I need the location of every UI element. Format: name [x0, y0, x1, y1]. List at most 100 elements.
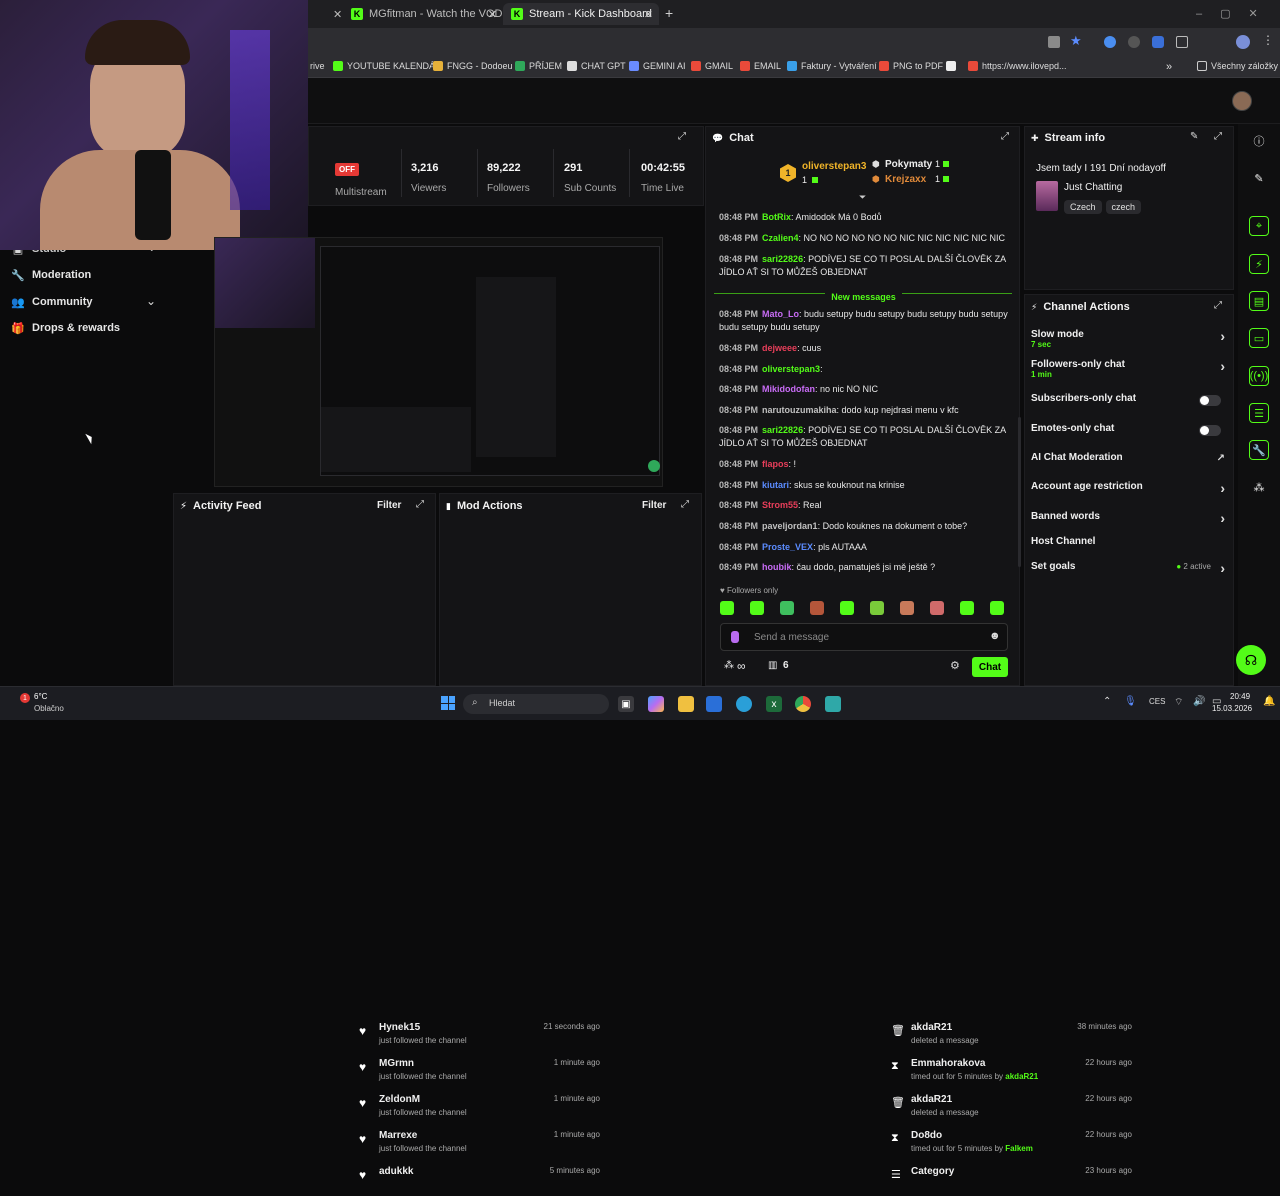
expand-icon[interactable]: ⤢: [681, 499, 689, 510]
document-icon[interactable]: ▤: [1249, 291, 1269, 311]
chevron-right-icon[interactable]: ›: [1220, 561, 1225, 575]
chat-username[interactable]: dejweee: [762, 343, 797, 353]
gifter-name[interactable]: Pokymaty: [885, 159, 932, 170]
filter-button[interactable]: Filter: [642, 500, 666, 511]
translate-icon[interactable]: [1048, 36, 1060, 48]
chat-message[interactable]: 08:48 PM sari22826: PODÍVEJ SE CO TI POSL…: [719, 424, 1009, 450]
gifter-name[interactable]: oliverstepan3: [802, 161, 866, 172]
expand-icon[interactable]: ⤢: [416, 499, 424, 510]
edge-icon[interactable]: [736, 696, 752, 712]
expand-icon[interactable]: ⤢: [678, 131, 686, 142]
volume-icon[interactable]: 🔊: [1193, 696, 1205, 707]
target-user[interactable]: akdaR21: [911, 1094, 952, 1105]
chat-username[interactable]: BotRix: [762, 212, 791, 222]
tray-expand-icon[interactable]: ⌃: [1103, 696, 1111, 707]
channel-setting[interactable]: Set goals › ● 2 active: [1031, 561, 1229, 583]
activity-feed-item[interactable]: ♥ ZeldonM just followed the channel 1 minut…: [359, 1094, 600, 1124]
emote-icon[interactable]: [930, 601, 944, 615]
target-user[interactable]: Category: [911, 1166, 954, 1177]
chevron-right-icon[interactable]: ›: [1220, 481, 1225, 495]
emote-icon[interactable]: [990, 601, 1004, 615]
bookmark[interactable]: CHAT GPT: [567, 61, 626, 71]
emote-icon[interactable]: [750, 601, 764, 615]
calculator-icon[interactable]: [825, 696, 841, 712]
mod-action-item[interactable]: 🗑 akdaR21 deleted a message 22 hours ago: [891, 1094, 1132, 1124]
chat-username[interactable]: Czalien4: [762, 233, 799, 243]
channel-setting[interactable]: AI Chat Moderation ↗: [1031, 452, 1229, 474]
multistream-label[interactable]: Multistream: [335, 187, 387, 198]
extension-icon[interactable]: [1104, 36, 1116, 48]
sidebar-item-community[interactable]: 👥 Community: [11, 296, 92, 309]
notification-icon[interactable]: 🔔: [1263, 696, 1275, 707]
copilot-icon[interactable]: [648, 696, 664, 712]
tab-close-icon[interactable]: ✕: [644, 8, 653, 21]
chat-message[interactable]: 08:48 PM sari22826: PODÍVEJ SE CO TI POSL…: [719, 253, 1009, 279]
follower-name[interactable]: MGrmn: [379, 1058, 414, 1069]
bookmark[interactable]: GMAIL: [691, 61, 733, 71]
bookmark[interactable]: https://www.ilovepd...: [968, 61, 1067, 71]
chat-username[interactable]: Strom55: [762, 500, 798, 510]
bookmark[interactable]: FNGG - Dodoeu: [433, 61, 513, 71]
outlook-icon[interactable]: [706, 696, 722, 712]
category-name[interactable]: Just Chatting: [1064, 182, 1122, 193]
bookmark[interactable]: rive: [310, 61, 325, 71]
wrench-icon[interactable]: 🔧: [1249, 440, 1269, 460]
edit-pencil-icon[interactable]: ✎: [1190, 131, 1198, 142]
tag[interactable]: czech: [1105, 200, 1142, 214]
browser-tab-dashboard[interactable]: K Stream - Kick Dashboard ✕: [503, 3, 659, 25]
bolt-icon[interactable]: ⚡: [1249, 254, 1269, 274]
emote-icon[interactable]: [840, 601, 854, 615]
chat-username[interactable]: sari22826: [762, 425, 803, 435]
bookmark[interactable]: PŘÍJEM: [515, 61, 562, 71]
chat-username[interactable]: kiutari: [762, 480, 789, 490]
microphone-icon[interactable]: 🎙: [1124, 696, 1137, 707]
bookmark-star-icon[interactable]: ★: [1070, 33, 1082, 49]
expand-icon[interactable]: ⤢: [1214, 131, 1222, 142]
channel-setting[interactable]: Banned words ›: [1031, 511, 1229, 533]
toggle-switch[interactable]: [1199, 395, 1221, 406]
channel-setting[interactable]: Account age restriction ›: [1031, 481, 1229, 503]
tag[interactable]: Czech: [1064, 200, 1102, 214]
chat-message[interactable]: 08:48 PM dejweee: cuus: [719, 342, 1009, 355]
mod-action-item[interactable]: ⧗ Do8do timed out for 5 minutes by Falkem 2…: [891, 1130, 1132, 1160]
channel-setting[interactable]: Host Channel: [1031, 536, 1229, 558]
profile-icon[interactable]: [1236, 35, 1250, 49]
chat-message[interactable]: 08:48 PM paveljordan1: Dodo kouknes na do…: [719, 520, 1009, 533]
chat-input-placeholder[interactable]: Send a message: [754, 632, 829, 643]
channel-setting[interactable]: Emotes-only chat: [1031, 423, 1229, 445]
gifter-name[interactable]: Krejzaxx: [885, 174, 926, 185]
activity-feed-item[interactable]: ♥ MGrmn just followed the channel 1 minute …: [359, 1058, 600, 1088]
more-bookmarks-button[interactable]: »: [1166, 61, 1172, 73]
chat-username[interactable]: Proste_VEX: [762, 542, 813, 552]
channel-setting[interactable]: Slow mode 7 sec ›: [1031, 329, 1229, 351]
pencil-icon[interactable]: ✎: [1249, 168, 1269, 188]
weather-temp[interactable]: 6°C: [34, 692, 47, 701]
chat-username[interactable]: sari22826: [762, 254, 803, 264]
target-user[interactable]: akdaR21: [911, 1022, 952, 1033]
chat-username[interactable]: narutouzumakiha: [762, 405, 837, 415]
all-bookmarks[interactable]: Všechny záložky: [1197, 61, 1278, 71]
sidebar-item-moderation[interactable]: 🔧 Moderation: [11, 269, 91, 282]
chat-message[interactable]: 08:48 PM flapos: !: [719, 458, 1009, 471]
emote-icon[interactable]: [960, 601, 974, 615]
user-avatar[interactable]: [1232, 91, 1252, 111]
browser-tab-vod[interactable]: K MGfitman - Watch the VOD on ✕: [343, 3, 503, 25]
chat-message[interactable]: 08:48 PM Strom55: Real: [719, 499, 1009, 512]
mod-action-item[interactable]: 🗑 akdaR21 deleted a message 38 minutes ago: [891, 1022, 1132, 1052]
chat-message[interactable]: 08:48 PM Proste_VEX: pls AUTAAA: [719, 541, 1009, 554]
mod-action-item[interactable]: ⧗ Emmahorakova timed out for 5 minutes by …: [891, 1058, 1132, 1088]
new-tab-button[interactable]: +: [665, 5, 673, 21]
chat-username[interactable]: paveljordan1: [762, 521, 818, 531]
activity-feed-item[interactable]: ♥ Hynek15 just followed the channel 21 seco…: [359, 1022, 600, 1052]
community-icon[interactable]: ⁂: [1249, 477, 1269, 497]
support-headset-icon[interactable]: ☊: [1236, 645, 1266, 675]
clock-date[interactable]: 15.03.2026: [1212, 704, 1252, 713]
chat-input-box[interactable]: Send a message ☻: [720, 623, 1008, 651]
settings-gear-icon[interactable]: ⚙: [950, 659, 960, 672]
weather-desc[interactable]: Oblačno: [34, 704, 64, 713]
extension-icon[interactable]: [1128, 36, 1140, 48]
emote-icon[interactable]: [870, 601, 884, 615]
chat-username[interactable]: Mikidodofan: [762, 384, 815, 394]
external-link-icon[interactable]: ↗: [1217, 452, 1225, 466]
language-indicator[interactable]: CES: [1149, 697, 1165, 706]
